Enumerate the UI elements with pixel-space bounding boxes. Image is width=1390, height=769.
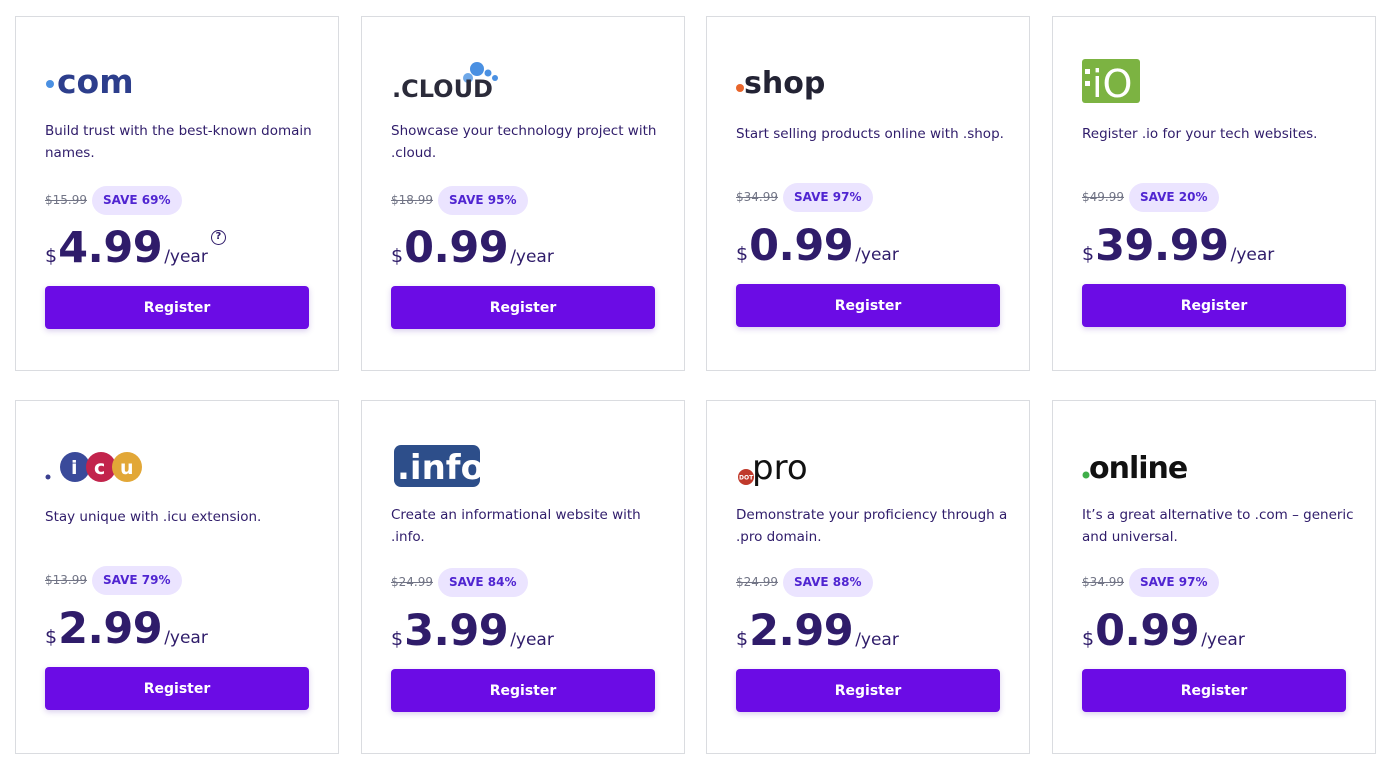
price-comparison: $34.99 SAVE 97% [1082, 567, 1219, 597]
icu-logo-i: i [71, 457, 78, 479]
register-button[interactable]: Register [1082, 669, 1346, 712]
price-amount: 0.99 [749, 221, 854, 271]
register-button[interactable]: Register [391, 669, 655, 712]
save-badge: SAVE 88% [783, 567, 873, 597]
save-badge: SAVE 95% [438, 185, 528, 215]
card-description: Showcase your technology project with .c… [391, 123, 657, 161]
current-price: $ 4.99 /year ? [45, 223, 226, 273]
old-price: $49.99 [1082, 190, 1124, 204]
price-period: /year [510, 630, 554, 650]
pro-logo: DOT pro [736, 441, 936, 491]
current-price: $ 0.99 /year [391, 223, 554, 273]
icu-logo-c: c [94, 457, 105, 479]
old-price: $34.99 [736, 190, 778, 204]
save-badge: SAVE 84% [438, 567, 528, 597]
register-button[interactable]: Register [736, 284, 1000, 327]
icu-logo-u: u [120, 457, 134, 479]
current-price: $ 3.99 /year [391, 606, 554, 656]
io-logo-text: iO [1092, 62, 1132, 106]
domain-card-pro: DOT pro Demonstrate your proficiency thr… [706, 400, 1030, 754]
register-button[interactable]: Register [1082, 284, 1346, 327]
currency-symbol: $ [736, 243, 749, 265]
price-comparison: $15.99 SAVE 69% [45, 185, 182, 215]
price-comparison: $13.99 SAVE 79% [45, 565, 182, 595]
current-price: $ 0.99 /year [736, 221, 899, 271]
old-price: $24.99 [736, 575, 778, 589]
cloud-logo-text: .CLOUD [392, 75, 493, 103]
save-badge: SAVE 97% [1129, 567, 1219, 597]
price-period: /year [510, 247, 554, 267]
price-amount: 39.99 [1095, 221, 1229, 271]
price-comparison: $18.99 SAVE 95% [391, 185, 528, 215]
price-comparison: $24.99 SAVE 84% [391, 567, 528, 597]
old-price: $13.99 [45, 573, 87, 587]
old-price: $15.99 [45, 193, 87, 207]
shop-logo-text: shop [744, 66, 825, 101]
card-description: It’s a great alternative to .com – gener… [1082, 507, 1354, 545]
price-amount: 0.99 [1095, 606, 1200, 656]
current-price: $ 2.99 /year [736, 606, 899, 656]
register-button[interactable]: Register [736, 669, 1000, 712]
card-description: Demonstrate your proficiency through a .… [736, 507, 1008, 545]
currency-symbol: $ [1082, 628, 1095, 650]
price-period: /year [1230, 245, 1275, 265]
price-comparison: $24.99 SAVE 88% [736, 567, 873, 597]
current-price: $ 0.99 /year [1082, 606, 1245, 656]
currency-symbol: $ [391, 245, 404, 267]
info-logo-text: .info [397, 448, 484, 488]
price-comparison: $49.99 SAVE 20% [1082, 182, 1219, 212]
domain-card-icu: i c u Stay unique with .icu extension. $… [15, 400, 339, 754]
card-description: Build trust with the best-known domain n… [45, 123, 312, 161]
card-description: Create an informational website with .in… [391, 507, 641, 545]
io-logo: iO [1082, 57, 1282, 107]
save-badge: SAVE 69% [92, 185, 182, 215]
price-amount: 3.99 [404, 606, 509, 656]
price-amount: 2.99 [58, 604, 163, 654]
current-price: $ 2.99 /year [45, 604, 208, 654]
card-description: Register .io for your tech websites. [1082, 126, 1318, 142]
save-badge: SAVE 79% [92, 565, 182, 595]
price-comparison: $34.99 SAVE 97% [736, 182, 873, 212]
old-price: $24.99 [391, 575, 433, 589]
domain-card-cloud: .CLOUD Showcase your technology project … [361, 16, 685, 371]
shop-logo: shop [736, 57, 936, 107]
card-description: Start selling products online with .shop… [736, 126, 1004, 142]
price-period: /year [1201, 630, 1245, 650]
price-amount: 2.99 [749, 606, 854, 656]
currency-symbol: $ [736, 628, 749, 650]
domain-card-info: .info Create an informational website wi… [361, 400, 685, 754]
card-description: Stay unique with .icu extension. [45, 509, 262, 525]
register-button[interactable]: Register [45, 667, 309, 710]
com-logo-text: com [57, 62, 134, 101]
cloud-logo: .CLOUD [391, 57, 591, 107]
info-logo: .info [391, 441, 591, 491]
register-button[interactable]: Register [391, 286, 655, 329]
current-price: $ 39.99 /year [1082, 221, 1274, 271]
online-logo-text: online [1089, 451, 1187, 486]
currency-symbol: $ [1082, 243, 1095, 265]
pro-logo-text: pro [752, 448, 808, 488]
currency-symbol: $ [391, 628, 404, 650]
com-logo: com [45, 57, 245, 107]
price-period: /year [164, 628, 208, 648]
save-badge: SAVE 97% [783, 182, 873, 212]
price-amount: 0.99 [404, 223, 509, 273]
domain-card-online: online It’s a great alternative to .com … [1052, 400, 1376, 754]
domain-card-com: com Build trust with the best-known doma… [15, 16, 339, 371]
old-price: $18.99 [391, 193, 433, 207]
save-badge: SAVE 20% [1129, 182, 1219, 212]
help-icon[interactable]: ? [210, 230, 226, 245]
currency-symbol: $ [45, 626, 58, 648]
price-period: /year [855, 630, 899, 650]
domain-card-shop: shop Start selling products online with … [706, 16, 1030, 371]
domain-card-io: iO Register .io for your tech websites. … [1052, 16, 1376, 371]
price-period: /year [855, 245, 899, 265]
currency-symbol: $ [45, 245, 58, 267]
price-amount: 4.99 [58, 223, 163, 273]
price-period: /year [164, 247, 208, 267]
icu-logo: i c u [45, 441, 245, 491]
register-button[interactable]: Register [45, 286, 309, 329]
old-price: $34.99 [1082, 575, 1124, 589]
online-logo: online [1082, 441, 1282, 491]
